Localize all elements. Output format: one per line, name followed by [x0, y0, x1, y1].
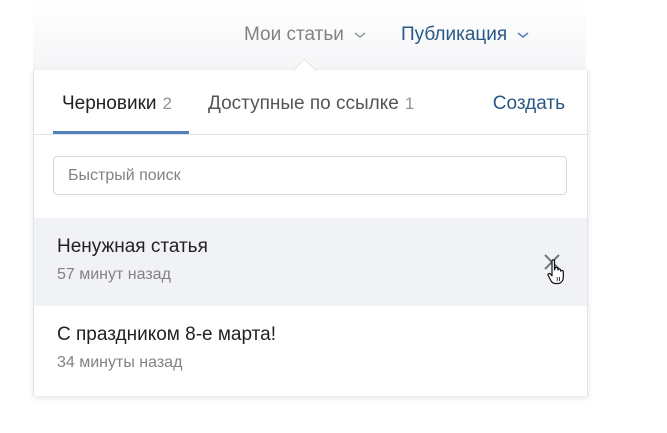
publication-menu[interactable]: Публикация [401, 22, 530, 48]
active-tab-indicator [53, 131, 189, 134]
tab-shared-by-link-label: Доступные по ссылке [208, 93, 399, 114]
article-timestamp: 34 минуты назад [57, 354, 183, 371]
tab-shared-by-link-count: 1 [404, 94, 415, 113]
article-list-item[interactable]: С праздником 8-е марта! 34 минуты назад [34, 306, 587, 394]
tab-shared-by-link[interactable]: Доступные по ссылке 1 [208, 92, 414, 116]
close-icon[interactable] [542, 252, 562, 272]
create-button[interactable]: Создать [493, 92, 565, 116]
article-timestamp: 57 минут назад [57, 266, 171, 283]
publication-label: Публикация [401, 24, 508, 45]
tabs-bar: Черновики 2 Доступные по ссылке 1 Создать [34, 70, 587, 135]
tab-drafts[interactable]: Черновики 2 [62, 92, 172, 116]
tab-drafts-count: 2 [162, 94, 172, 113]
article-title: Ненужная статья [57, 236, 208, 257]
tab-drafts-label: Черновики [62, 93, 157, 114]
search-input[interactable] [53, 156, 567, 195]
my-articles-menu[interactable]: Мои статьи [244, 22, 367, 48]
chevron-down-icon [517, 32, 529, 39]
articles-dropdown-panel: Черновики 2 Доступные по ссылке 1 Создать … [33, 58, 588, 396]
article-title: С праздником 8-е марта! [57, 324, 276, 345]
article-list-item[interactable]: Ненужная статья 57 минут назад [34, 218, 587, 306]
my-articles-label: Мои статьи [244, 24, 344, 45]
chevron-down-icon [354, 32, 366, 39]
